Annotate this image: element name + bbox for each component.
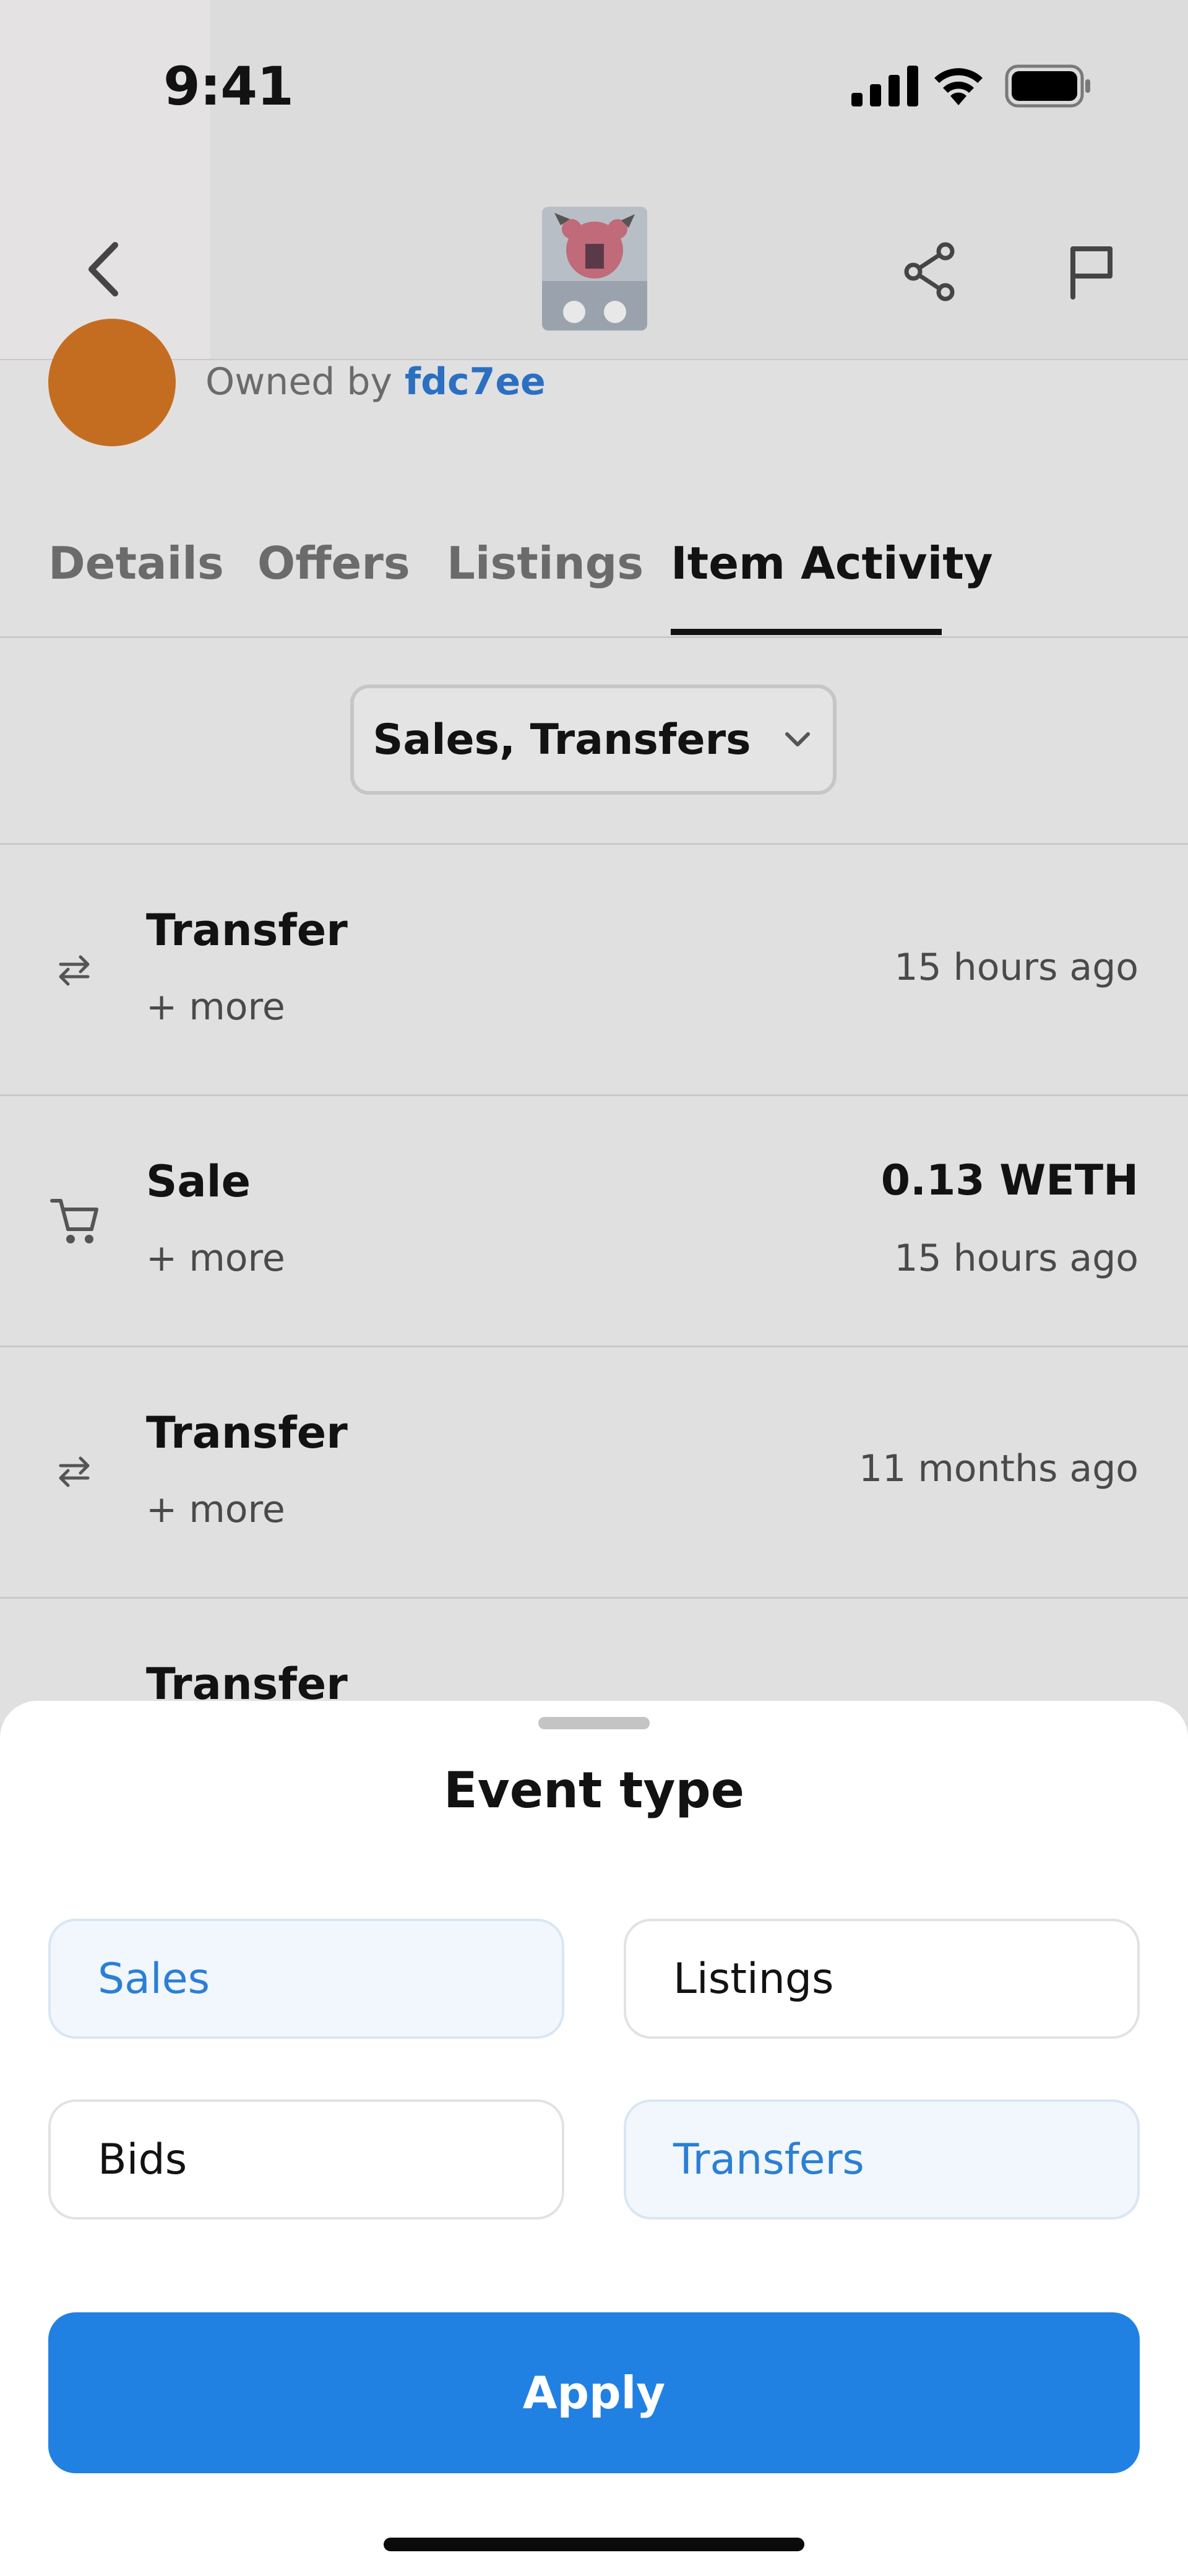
wifi-icon (934, 68, 983, 105)
sheet-title: Event type (443, 1761, 744, 1819)
event-option-bids[interactable]: Bids (48, 2099, 564, 2219)
battery-icon (1005, 64, 1090, 108)
more-link[interactable]: + more (146, 1237, 285, 1280)
activity-time: 11 months ago (858, 1447, 1138, 1490)
apply-button[interactable]: Apply (48, 2312, 1140, 2473)
transfer-icon (59, 1456, 90, 1487)
activity-type: Sale (146, 1156, 251, 1207)
event-filter-dropdown[interactable]: Sales, Transfers (350, 685, 837, 795)
event-option-listings[interactable]: Listings (624, 1919, 1140, 2039)
divider (0, 843, 1188, 845)
chevron-down-icon (785, 732, 810, 746)
tab-listings[interactable]: Listings (447, 537, 644, 589)
header-shade (0, 0, 210, 359)
filter-label: Sales, Transfers (372, 715, 751, 764)
more-link[interactable]: + more (146, 1488, 285, 1531)
tab-details[interactable]: Details (48, 537, 224, 589)
divider (0, 1346, 1188, 1347)
divider (0, 1597, 1188, 1599)
share-icon[interactable] (896, 238, 964, 306)
more-link[interactable]: + more (146, 985, 285, 1029)
active-tab-indicator (671, 629, 942, 635)
sheet-grabber-handle[interactable] (538, 1717, 650, 1729)
apply-label: Apply (522, 2367, 666, 2419)
tab-offers[interactable]: Offers (257, 537, 410, 589)
home-indicator[interactable] (384, 2538, 804, 2551)
owner-link[interactable]: fdc7ee (405, 360, 546, 404)
transfer-icon (59, 955, 90, 986)
activity-type: Transfer (146, 905, 348, 956)
report-flag-icon[interactable] (1057, 238, 1125, 306)
activity-time: 15 hours ago (894, 1237, 1138, 1280)
divider (0, 1094, 1188, 1096)
option-label: Transfers (673, 2135, 864, 2184)
nft-thumbnail-image[interactable] (542, 207, 647, 331)
back-chevron-icon[interactable] (74, 235, 136, 303)
cart-icon (50, 1199, 98, 1243)
activity-time: 15 hours ago (894, 946, 1138, 989)
option-label: Bids (98, 2135, 187, 2184)
tab-item-activity[interactable]: Item Activity (671, 537, 993, 589)
event-option-transfers[interactable]: Transfers (624, 2099, 1140, 2219)
option-label: Sales (98, 1954, 210, 2003)
owner-avatar[interactable] (48, 319, 176, 446)
activity-type: Transfer (146, 1407, 348, 1458)
cellular-signal-icon (851, 66, 918, 106)
status-time: 9:41 (163, 56, 294, 118)
event-option-sales[interactable]: Sales (48, 1919, 564, 2039)
option-label: Listings (673, 1954, 834, 2003)
owned-by-label: Owned by (205, 360, 392, 404)
activity-price: 0.13 WETH (880, 1156, 1138, 1205)
